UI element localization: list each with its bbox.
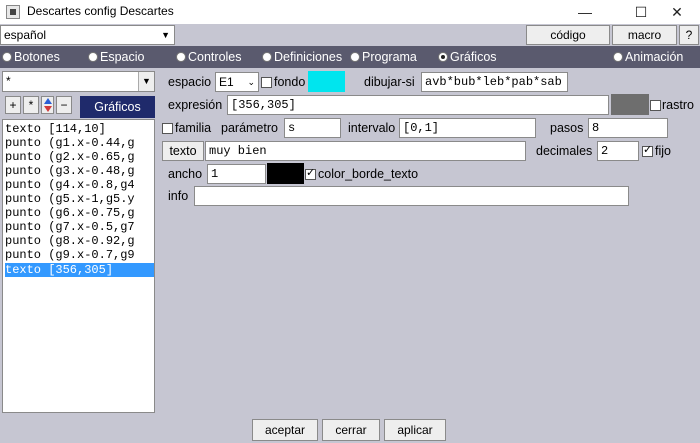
expresion-input[interactable]: [356,305]	[227, 95, 609, 115]
language-value: español	[4, 28, 47, 42]
dibujar-si-input[interactable]: avb*bub*leb*pab*sab	[421, 72, 568, 92]
tab-label: Gráficos	[450, 50, 497, 64]
codigo-button[interactable]: código	[526, 25, 610, 45]
color-borde-label: color_borde_texto	[318, 167, 419, 181]
window-title: Descartes config Descartes	[27, 4, 174, 18]
ancho-label: ancho	[168, 167, 203, 181]
macro-button[interactable]: macro	[612, 25, 677, 45]
app-icon	[6, 5, 20, 19]
top-row-spacer	[175, 25, 525, 45]
tab-espacio[interactable]: Espacio	[88, 46, 144, 68]
ancho-color-swatch[interactable]	[267, 163, 304, 184]
tab-label: Botones	[14, 50, 60, 64]
expresion-color-swatch[interactable]	[611, 94, 649, 115]
parametro-label: parámetro	[221, 121, 278, 135]
list-item[interactable]: punto (g7.x-0.5,g7	[5, 220, 154, 234]
tab-controles[interactable]: Controles	[176, 46, 242, 68]
radio-icon	[262, 52, 272, 62]
radio-icon	[350, 52, 360, 62]
list-item[interactable]: punto (g1.x-0.44,g	[5, 136, 154, 150]
texto-input[interactable]: muy bien	[205, 141, 526, 161]
close-button[interactable]: ✕	[654, 0, 700, 24]
title-bar: Descartes config Descartes — ☐ ✕	[0, 0, 700, 24]
graphics-space-value: *	[6, 74, 11, 88]
fondo-checkbox[interactable]	[261, 77, 272, 88]
arrow-up-icon	[44, 98, 52, 104]
chevron-down-icon: ▼	[161, 30, 170, 40]
familia-checkbox[interactable]	[162, 123, 173, 134]
arrow-down-icon	[44, 106, 52, 112]
reorder-button[interactable]	[41, 96, 54, 114]
list-item[interactable]: punto (g3.x-0.48,g	[5, 164, 154, 178]
tab-graficos[interactable]: Gráficos	[438, 46, 497, 68]
ancho-input[interactable]: 1	[207, 164, 266, 184]
aceptar-button[interactable]: aceptar	[252, 419, 318, 441]
expresion-label: expresión	[168, 98, 223, 112]
texto-button[interactable]: texto	[162, 141, 204, 161]
rastro-label: rastro	[662, 98, 694, 112]
fondo-color-swatch[interactable]	[308, 71, 345, 92]
radio-icon	[176, 52, 186, 62]
chevron-down-icon: ⌄	[247, 77, 255, 87]
rastro-checkbox[interactable]	[650, 100, 661, 111]
tab-animacion[interactable]: Animación	[613, 46, 683, 68]
list-item[interactable]: punto (g9.x-0.7,g9	[5, 248, 154, 262]
decimales-label: decimales	[536, 144, 593, 158]
intervalo-label: intervalo	[348, 121, 396, 135]
tab-label: Programa	[362, 50, 417, 64]
espacio-value: E1	[219, 75, 234, 89]
tab-botones[interactable]: Botones	[2, 46, 60, 68]
duplicate-button[interactable]: *	[23, 96, 39, 114]
help-button[interactable]: ?	[679, 25, 699, 45]
radio-icon	[613, 52, 623, 62]
familia-label: familia	[175, 121, 212, 135]
fijo-checkbox[interactable]	[642, 144, 653, 157]
decimales-input[interactable]: 2	[597, 141, 639, 161]
remove-button[interactable]: −	[56, 96, 72, 114]
intervalo-input[interactable]: [0,1]	[399, 118, 536, 138]
language-select[interactable]: español ▼	[0, 25, 175, 45]
list-item[interactable]: punto (g4.x-0.8,g4	[5, 178, 154, 192]
tab-bar: Botones Espacio Controles Definiciones P…	[0, 46, 700, 68]
fondo-label: fondo	[274, 75, 306, 89]
minimize-button[interactable]: —	[562, 0, 608, 24]
cerrar-button[interactable]: cerrar	[322, 419, 380, 441]
fijo-label: fijo	[655, 144, 671, 158]
list-item[interactable]: punto (g2.x-0.65,g	[5, 150, 154, 164]
graphics-list[interactable]: texto [114,10] punto (g1.x-0.44,g punto …	[2, 119, 155, 413]
info-input[interactable]	[194, 186, 629, 206]
parametro-input[interactable]: s	[284, 118, 341, 138]
tab-programa[interactable]: Programa	[350, 46, 417, 68]
section-label: Gráficos	[80, 96, 155, 118]
list-item[interactable]: punto (g8.x-0.92,g	[5, 234, 154, 248]
color-borde-checkbox[interactable]	[305, 167, 316, 180]
dibujar-si-label: dibujar-si	[364, 75, 415, 89]
tab-label: Animación	[625, 50, 684, 64]
list-item-selected[interactable]: texto [356,305]	[5, 263, 154, 277]
add-button[interactable]: +	[5, 96, 21, 114]
espacio-label: espacio	[168, 75, 212, 89]
tab-definiciones[interactable]: Definiciones	[262, 46, 342, 68]
espacio-select[interactable]: E1 ⌄	[215, 72, 259, 92]
tab-label: Espacio	[100, 50, 145, 64]
radio-selected-icon	[438, 52, 448, 62]
radio-icon	[88, 52, 98, 62]
info-label: info	[168, 189, 189, 203]
list-item[interactable]: texto [114,10]	[5, 122, 154, 136]
list-item[interactable]: punto (g6.x-0.75,g	[5, 206, 154, 220]
tab-label: Controles	[188, 50, 242, 64]
pasos-label: pasos	[550, 121, 584, 135]
aplicar-button[interactable]: aplicar	[384, 419, 446, 441]
tab-label: Definiciones	[274, 50, 343, 64]
list-item[interactable]: punto (g5.x-1,g5.y	[5, 192, 154, 206]
graphics-space-select[interactable]: * ▼	[2, 71, 155, 92]
chevron-down-icon: ▼	[138, 72, 154, 91]
radio-icon	[2, 52, 12, 62]
pasos-input[interactable]: 8	[588, 118, 668, 138]
